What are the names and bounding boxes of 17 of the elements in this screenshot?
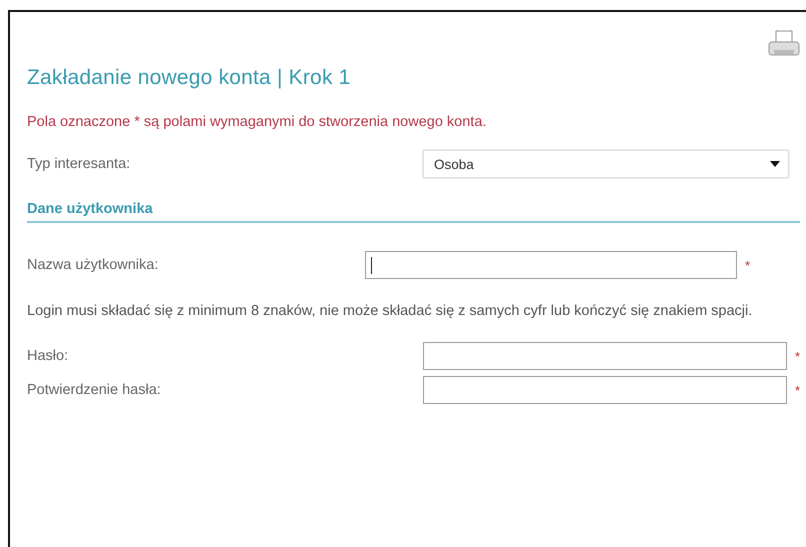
- page-title: Zakładanie nowego konta | Krok 1: [27, 66, 352, 90]
- required-fields-note: Pola oznaczone * są polami wymaganymi do stworzenia nowego konta.: [27, 114, 488, 130]
- field-label: Potwierdzenie hasła:: [27, 382, 162, 398]
- required-mark: *: [745, 258, 750, 272]
- password-field[interactable]: [423, 342, 787, 370]
- field-label: Nazwa użytkownika:: [27, 257, 160, 273]
- required-mark: *: [794, 382, 800, 398]
- required-mark: *: [794, 348, 800, 364]
- interest-type-select[interactable]: Osoba: [423, 150, 789, 178]
- username-field[interactable]: [365, 251, 737, 279]
- login-hint: Login musi składać się z minimum 8 znaków, nie może składać się z samych cyfr lub kończyć się znakiem spacji.: [27, 302, 754, 321]
- text-cursor: [371, 256, 372, 274]
- field-label: Typ interesanta:: [27, 156, 132, 172]
- dropdown-caret-icon: [770, 161, 780, 167]
- section-title: Dane użytkownika: [27, 201, 153, 217]
- password-field[interactable]: [423, 376, 787, 404]
- field-label: Hasło:: [27, 348, 70, 364]
